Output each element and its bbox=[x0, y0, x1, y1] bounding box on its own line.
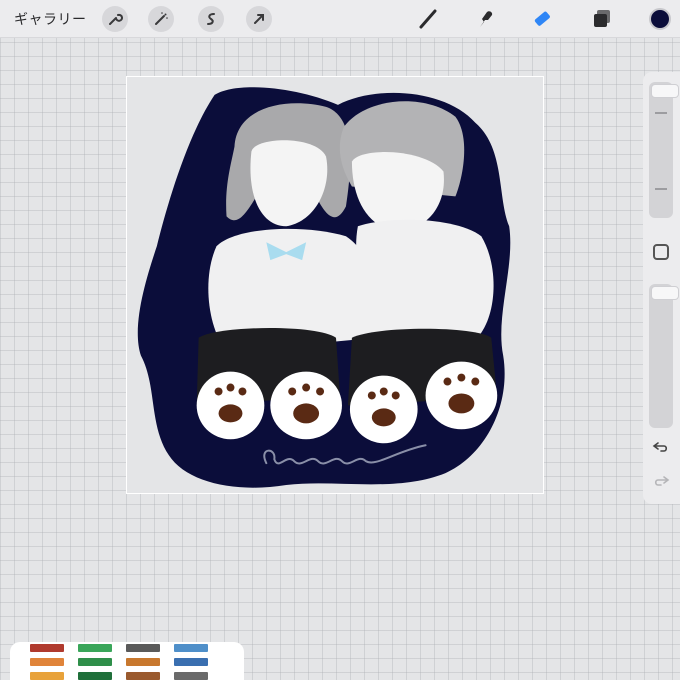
color-chip bbox=[126, 672, 160, 680]
color-chip bbox=[78, 644, 112, 652]
brush-size-handle[interactable] bbox=[651, 84, 679, 98]
color-chip bbox=[126, 658, 160, 666]
swatch-row bbox=[30, 644, 208, 652]
paw-slipper bbox=[196, 371, 265, 440]
selection-icon[interactable] bbox=[198, 6, 224, 32]
eraser-icon[interactable] bbox=[528, 5, 556, 33]
paw-slipper bbox=[270, 371, 342, 440]
color-chip bbox=[174, 672, 208, 680]
slider-tick bbox=[655, 112, 667, 114]
drawing-canvas[interactable] bbox=[126, 76, 544, 494]
color-chip bbox=[78, 658, 112, 666]
color-chip bbox=[174, 644, 208, 652]
slider-tick bbox=[655, 188, 667, 190]
paw-slipper bbox=[425, 361, 498, 430]
reference-image-panel[interactable] bbox=[10, 642, 244, 680]
canvas-artwork bbox=[137, 87, 511, 488]
redo-icon[interactable] bbox=[652, 472, 670, 490]
magic-wand-icon[interactable] bbox=[148, 6, 174, 32]
layers-icon[interactable] bbox=[588, 5, 616, 33]
top-toolbar: ギャラリー bbox=[0, 0, 680, 38]
paw-slipper bbox=[349, 375, 418, 444]
wrench-icon[interactable] bbox=[102, 6, 128, 32]
modify-button[interactable] bbox=[653, 244, 669, 260]
color-chip bbox=[174, 658, 208, 666]
opacity-slider[interactable] bbox=[649, 284, 679, 428]
undo-icon[interactable] bbox=[652, 438, 670, 456]
sidebar-modifier-panel bbox=[643, 72, 680, 504]
color-chip bbox=[30, 672, 64, 680]
color-chip bbox=[126, 644, 160, 652]
smudge-icon[interactable] bbox=[472, 5, 500, 33]
color-picker-swatch[interactable] bbox=[649, 8, 671, 30]
color-chip bbox=[78, 672, 112, 680]
gallery-button[interactable]: ギャラリー bbox=[14, 9, 87, 29]
color-chip bbox=[30, 658, 64, 666]
color-chip bbox=[30, 644, 64, 652]
transform-arrow-icon[interactable] bbox=[246, 6, 272, 32]
swatch-row bbox=[30, 672, 208, 680]
brush-size-slider[interactable] bbox=[649, 82, 679, 218]
right-figure-shirt bbox=[356, 219, 494, 338]
opacity-handle[interactable] bbox=[651, 286, 679, 300]
brush-icon[interactable] bbox=[414, 5, 442, 33]
swatch-row bbox=[30, 658, 208, 666]
